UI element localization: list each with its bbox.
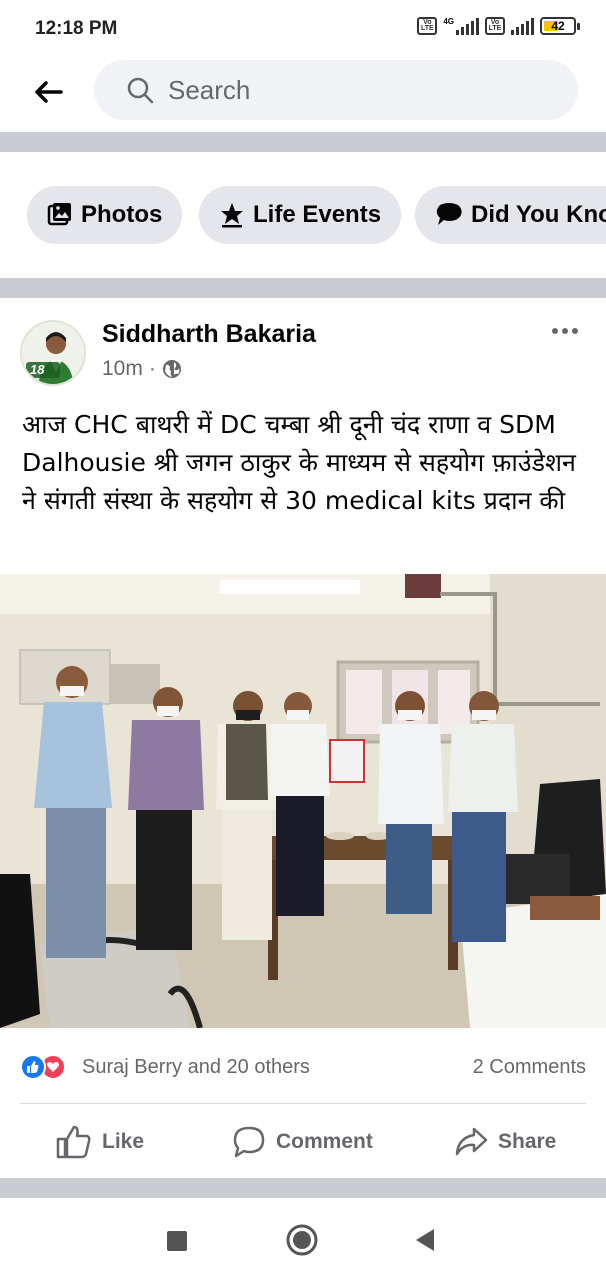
volte-icon-2: Vo LTE bbox=[485, 17, 505, 35]
home-button[interactable] bbox=[286, 1224, 318, 1261]
triangle-back-icon bbox=[416, 1229, 434, 1251]
chip-life-events[interactable]: Life Events bbox=[199, 186, 402, 244]
profile-chips: Photos Life Events Did You Kno bbox=[0, 152, 606, 278]
share-button[interactable]: Share bbox=[454, 1120, 556, 1164]
status-time: 12:18 PM bbox=[35, 18, 118, 39]
chip-photos[interactable]: Photos bbox=[27, 186, 183, 244]
search-bar[interactable] bbox=[94, 60, 578, 120]
share-icon bbox=[455, 1127, 488, 1156]
battery-icon: 42 bbox=[540, 17, 580, 35]
comment-button[interactable]: Comment bbox=[232, 1120, 373, 1164]
search-input[interactable] bbox=[168, 74, 528, 106]
post-meta: 10m · bbox=[102, 357, 182, 381]
network-type: 4G bbox=[443, 17, 454, 26]
actions-divider bbox=[20, 1103, 586, 1104]
avatar[interactable]: 18 bbox=[20, 320, 86, 386]
status-bar: 12:18 PM Vo LTE 4G Vo LTE 42 bbox=[0, 0, 606, 58]
post-more-button[interactable] bbox=[552, 328, 578, 334]
share-label: Share bbox=[498, 1130, 557, 1153]
post-photo-image bbox=[0, 574, 606, 1028]
thumbs-up-icon bbox=[56, 1125, 91, 1159]
like-label: Like bbox=[102, 1130, 145, 1153]
like-button[interactable]: Like bbox=[56, 1120, 144, 1164]
system-nav-bar bbox=[0, 1198, 606, 1280]
signal-icon-2 bbox=[511, 17, 534, 35]
back-nav-button[interactable] bbox=[414, 1228, 436, 1257]
back-arrow-icon bbox=[35, 81, 63, 103]
back-button[interactable] bbox=[28, 72, 68, 112]
chip-photos-label: Photos bbox=[81, 201, 163, 228]
globe-icon bbox=[162, 360, 181, 378]
home-circle-icon bbox=[286, 1224, 318, 1256]
section-divider bbox=[0, 132, 606, 152]
recents-button[interactable] bbox=[166, 1230, 188, 1257]
comments-count[interactable]: 2 Comments bbox=[473, 1056, 586, 1079]
post-actions: Like Comment Share bbox=[0, 1112, 606, 1172]
chip-did-you-know-label: Did You Kno bbox=[471, 201, 606, 228]
comment-icon bbox=[233, 1126, 265, 1158]
post-author[interactable]: Siddharth Bakaria bbox=[102, 320, 316, 349]
status-icons: Vo LTE 4G Vo LTE 42 bbox=[417, 17, 580, 35]
post-text: आज CHC बाथरी में DC चम्बा श्री दूनी चंद … bbox=[22, 410, 576, 515]
top-bar bbox=[0, 58, 606, 132]
post-time[interactable]: 10m bbox=[102, 357, 143, 381]
photos-icon bbox=[47, 203, 71, 226]
reaction-icons[interactable] bbox=[20, 1054, 66, 1080]
square-icon bbox=[167, 1231, 187, 1251]
like-reaction-icon bbox=[20, 1054, 46, 1080]
reactors-text[interactable]: Suraj Berry and 20 others bbox=[82, 1056, 310, 1079]
post-photo[interactable] bbox=[0, 574, 606, 1028]
volte-icon: Vo LTE bbox=[417, 17, 438, 35]
signal-icon bbox=[456, 17, 479, 35]
star-icon bbox=[221, 203, 243, 228]
reactions-row: Suraj Berry and 20 others 2 Comments bbox=[0, 1045, 606, 1089]
chip-did-you-know[interactable]: Did You Kno bbox=[415, 186, 606, 244]
meta-separator: · bbox=[148, 357, 156, 380]
more-dot-icon bbox=[552, 328, 558, 334]
avatar-badge: 18 bbox=[30, 362, 45, 377]
comment-label: Comment bbox=[276, 1130, 373, 1153]
chip-life-events-label: Life Events bbox=[253, 201, 382, 228]
search-icon bbox=[127, 77, 154, 104]
speech-bubble-icon bbox=[436, 203, 462, 225]
section-divider-3 bbox=[0, 1178, 606, 1198]
section-divider-2 bbox=[0, 278, 606, 298]
battery-level: 42 bbox=[551, 19, 565, 33]
